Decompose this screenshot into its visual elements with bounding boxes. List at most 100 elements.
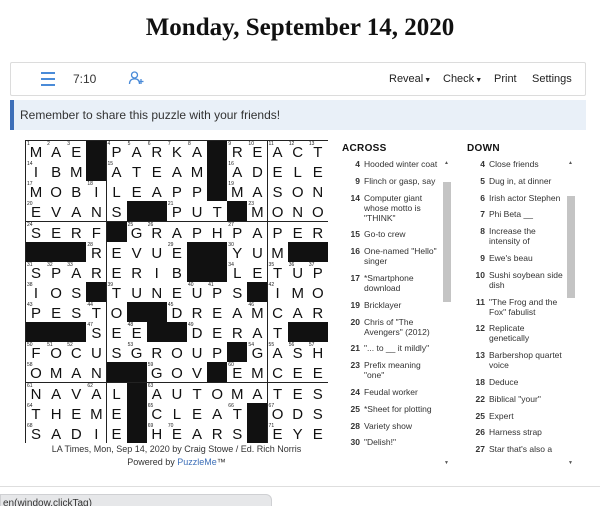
grid-cell[interactable]: N [287,201,308,222]
down-clue-list[interactable]: 4 Close friends 5 Dug in, at dinner 6 Irish a… [467,159,567,479]
grid-cell[interactable]: A [287,302,308,323]
grid-cell[interactable]: A [207,402,228,423]
grid-cell[interactable]: 54 G [247,342,268,363]
grid-cell[interactable]: A [247,221,268,242]
grid-cell[interactable]: D [287,402,308,423]
grid-cell[interactable]: R [187,302,208,323]
print-button[interactable]: Print [494,73,517,85]
grid-cell[interactable]: 31 S [26,261,46,282]
grid-cell[interactable]: A [166,221,187,242]
grid-cell[interactable]: B [66,181,87,202]
down-scrollbar[interactable]: ▲ ▼ [567,160,575,466]
grid-cell[interactable]: O [207,382,228,403]
down-clue[interactable]: 4 Close friends [467,159,567,169]
grid-cell[interactable]: E [66,402,87,423]
down-clue[interactable]: 27 Star that's also a [467,444,567,454]
grid-cell[interactable]: 3E [66,141,87,161]
grid-cell[interactable]: O [106,302,127,323]
grid-cell[interactable]: S [227,422,248,443]
grid-cell[interactable]: 64 T [26,402,46,423]
across-clue[interactable]: 21 "... to __ it mildly" [342,343,442,353]
grid-cell[interactable]: S [106,201,127,222]
across-scroll-thumb[interactable] [443,182,451,302]
grid-cell[interactable]: Y [287,422,308,443]
grid-cell[interactable]: T [267,322,288,343]
down-clue[interactable]: 6 Irish actor Stephen [467,193,567,203]
grid-cell[interactable]: 9R [227,141,248,161]
grid-cell[interactable]: V [187,362,208,383]
grid-cell[interactable]: D [247,161,268,182]
grid-cell[interactable]: E [106,322,127,343]
grid-cell[interactable]: 62 A [86,382,107,403]
grid-cell[interactable]: P [267,221,288,242]
grid-cell[interactable]: B [46,161,67,182]
grid-cell[interactable]: R [307,302,328,323]
grid-cell[interactable]: L [287,161,308,182]
grid-cell[interactable]: S [307,402,328,423]
grid-cell[interactable]: 13 T [307,141,328,161]
grid-cell[interactable]: I [86,422,107,443]
grid-cell[interactable]: E [187,402,208,423]
grid-cell[interactable]: 4P [106,141,127,161]
grid-cell[interactable]: 34 L [227,261,248,282]
grid-cell[interactable]: O [267,201,288,222]
grid-cell[interactable]: E [287,362,308,383]
grid-cell[interactable]: E [307,161,328,182]
grid-cell[interactable]: R [146,342,167,363]
grid-cell[interactable]: 23 M [247,201,268,222]
grid-cell[interactable]: 65 C [146,402,167,423]
across-clue[interactable]: 19 Bricklayer [342,300,442,310]
grid-cell[interactable]: 24 S [26,221,46,242]
grid-cell[interactable]: U [146,241,167,262]
across-clue[interactable]: 24 Feudal worker [342,387,442,397]
grid-cell[interactable]: U [166,382,187,403]
grid-cell[interactable]: E [126,181,147,202]
grid-cell[interactable]: B [166,261,187,282]
grid-cell[interactable]: A [227,302,248,323]
grid-cell[interactable]: 57 H [307,342,328,363]
grid-cell[interactable]: 7K [166,141,187,161]
grid-cell[interactable]: S [267,181,288,202]
grid-cell[interactable]: P [166,181,187,202]
down-clue[interactable]: 9 Ewe's beau [467,253,567,263]
grid-cell[interactable]: U [187,342,208,363]
grid-cell[interactable]: E [207,302,228,323]
scroll-up-icon[interactable]: ▲ [568,160,573,166]
grid-cell[interactable]: A [247,322,268,343]
grid-cell[interactable]: 30 Y [227,241,248,262]
grid-cell[interactable]: M [46,362,67,383]
down-clue[interactable]: 12 Replicate genetically [467,323,567,343]
grid-cell[interactable]: 11 A [267,141,288,161]
grid-cell[interactable]: E [207,322,228,343]
grid-cell[interactable]: 20 E [26,201,46,222]
add-user-icon[interactable] [128,70,144,86]
grid-cell[interactable]: 71 E [267,422,288,443]
grid-cell[interactable]: V [66,382,87,403]
grid-cell[interactable]: 32 P [46,261,67,282]
grid-cell[interactable]: C [267,302,288,323]
grid-cell[interactable]: E [267,161,288,182]
grid-cell[interactable]: E [307,362,328,383]
grid-cell[interactable]: 36 U [287,261,308,282]
grid-cell[interactable]: L [106,181,127,202]
grid-cell[interactable]: 1M [26,141,46,161]
grid-cell[interactable]: L [166,402,187,423]
grid-cell[interactable]: M [267,241,288,262]
grid-cell[interactable]: O [307,201,328,222]
grid-cell[interactable]: T [207,201,228,222]
grid-cell[interactable]: E [166,281,187,302]
grid-cell[interactable]: 47 S [86,322,107,343]
grid-cell[interactable]: 6R [146,141,167,161]
across-clue[interactable]: 20 Chris of "The Avengers" (2012) [342,317,442,337]
across-clue[interactable]: 30 "Delish!" [342,437,442,447]
grid-cell[interactable]: H [46,402,67,423]
grid-cell[interactable]: U [187,201,208,222]
grid-cell[interactable]: 37 P [307,261,328,282]
grid-cell[interactable]: M [187,161,208,182]
grid-cell[interactable]: P [187,221,208,242]
grid-cell[interactable]: O [46,281,67,302]
grid-cell[interactable]: 52 C [66,342,87,363]
across-scrollbar[interactable]: ▲ ▼ [443,160,451,466]
settings-button[interactable]: Settings [532,73,572,85]
across-clue[interactable]: 17 *Smartphone download [342,273,442,293]
